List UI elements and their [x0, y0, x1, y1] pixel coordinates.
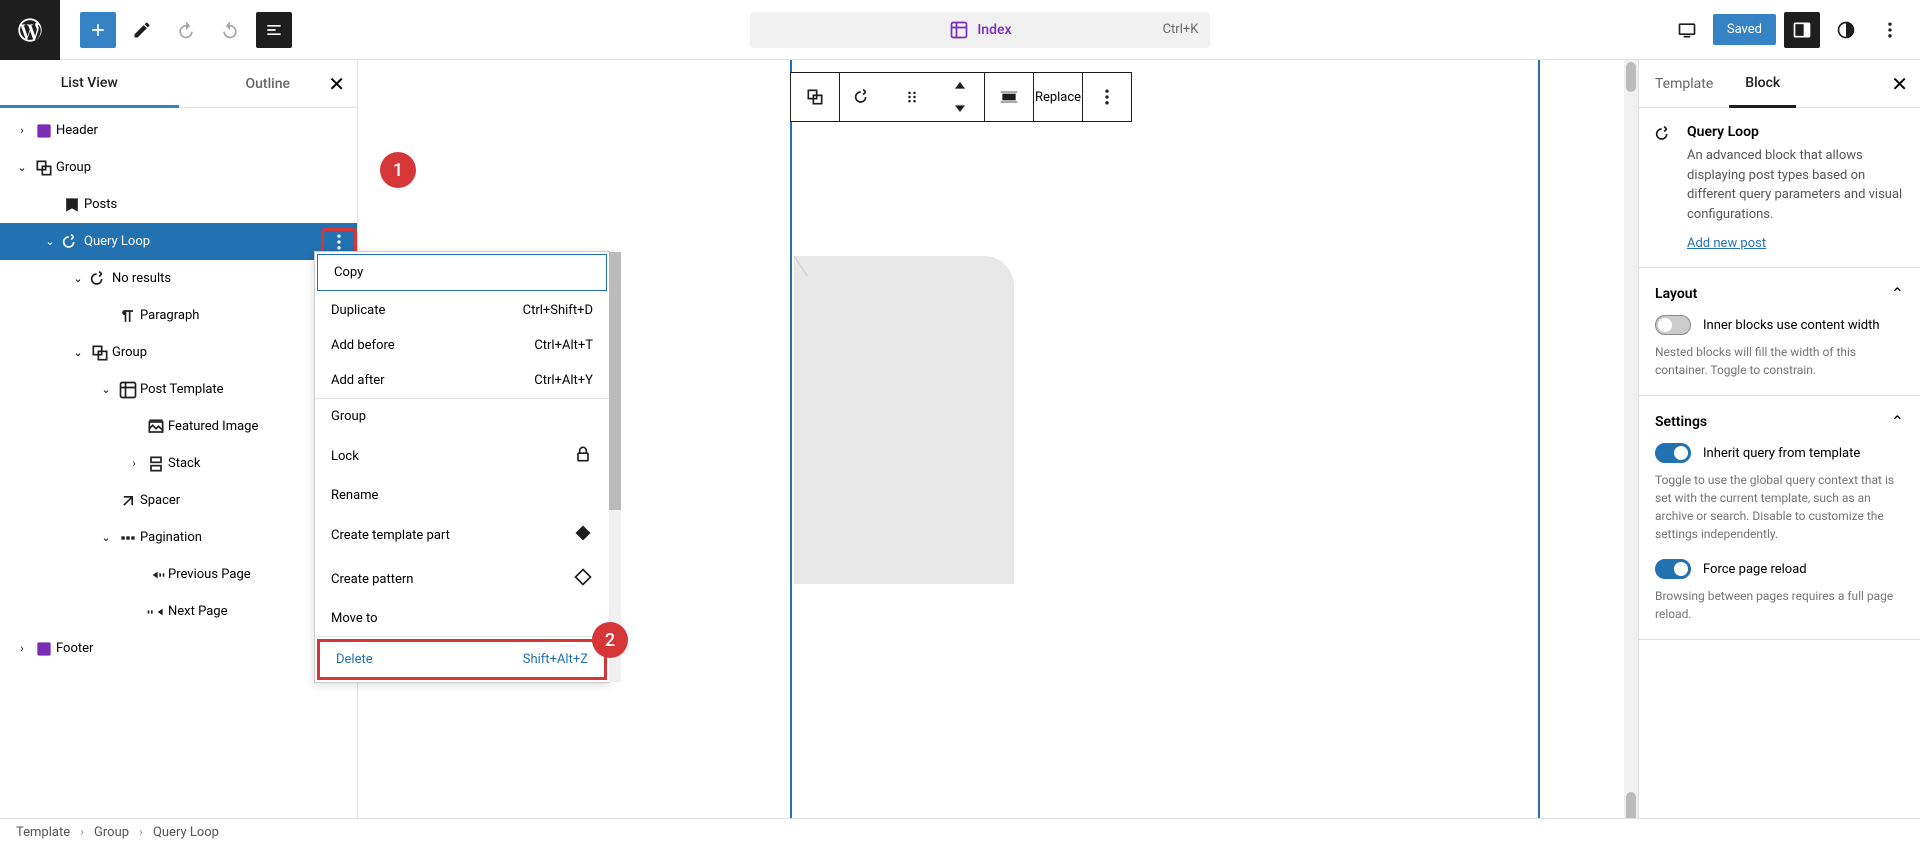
- collapse-icon[interactable]: ⌃: [1891, 284, 1904, 303]
- lock-icon: [573, 444, 593, 468]
- dd-create-template-part[interactable]: Create template part: [315, 513, 609, 557]
- save-button[interactable]: Saved: [1713, 14, 1776, 45]
- tree-item-previous-page[interactable]: Previous Page: [0, 556, 357, 593]
- inherit-query-toggle[interactable]: [1655, 443, 1691, 463]
- dd-delete[interactable]: DeleteShift+Alt+Z: [317, 639, 607, 680]
- dd-add-after[interactable]: Add afterCtrl+Alt+Y: [315, 363, 609, 398]
- tree-item-query-loop[interactable]: ⌄Query Loop: [0, 223, 357, 260]
- tab-block[interactable]: Block: [1729, 61, 1796, 108]
- tree-item-post-template[interactable]: ⌄Post Template: [0, 371, 357, 408]
- parent-block-button[interactable]: [791, 73, 839, 121]
- breadcrumb-item[interactable]: Query Loop: [153, 825, 219, 840]
- dd-rename[interactable]: Rename: [315, 478, 609, 513]
- options-button[interactable]: [1872, 12, 1908, 48]
- pattern-icon: [573, 567, 593, 591]
- align-button[interactable]: [985, 73, 1033, 121]
- annotation-step-2: 2: [592, 622, 628, 658]
- block-toolbar: Replace: [790, 72, 1132, 122]
- query-loop-icon: [1655, 124, 1675, 251]
- dd-group[interactable]: Group: [315, 399, 609, 434]
- annotation-step-1: 1: [380, 152, 416, 188]
- breadcrumb-item[interactable]: Group: [94, 825, 129, 840]
- dd-duplicate[interactable]: DuplicateCtrl+Shift+D: [315, 293, 609, 328]
- dd-move-to[interactable]: Move to: [315, 601, 609, 636]
- content-width-toggle[interactable]: [1655, 315, 1691, 335]
- dd-lock[interactable]: Lock: [315, 434, 609, 478]
- add-block-button[interactable]: [80, 12, 116, 48]
- canvas-scrollbar[interactable]: [1624, 60, 1638, 846]
- breadcrumb-item[interactable]: Template: [16, 825, 70, 840]
- force-reload-label: Force page reload: [1703, 562, 1807, 577]
- edit-button[interactable]: [124, 12, 160, 48]
- close-panel-button[interactable]: ✕: [328, 72, 345, 96]
- document-kbd: Ctrl+K: [1163, 22, 1199, 37]
- close-sidebar-button[interactable]: ✕: [1891, 72, 1908, 96]
- collapse-icon[interactable]: ⌃: [1891, 412, 1904, 431]
- document-title-bar[interactable]: Index Ctrl+K: [750, 12, 1210, 48]
- template-part-icon: [573, 523, 593, 547]
- force-reload-hint: Browsing between pages requires a full p…: [1655, 587, 1904, 623]
- tree-item-stack[interactable]: ›Stack: [0, 445, 357, 482]
- add-new-post-link[interactable]: Add new post: [1687, 236, 1766, 251]
- tab-template[interactable]: Template: [1639, 62, 1729, 106]
- drag-handle[interactable]: [888, 73, 936, 121]
- dd-copy[interactable]: Copy: [317, 254, 607, 291]
- block-options-dropdown: Copy DuplicateCtrl+Shift+D Add beforeCtr…: [314, 251, 610, 683]
- dd-add-before[interactable]: Add beforeCtrl+Alt+T: [315, 328, 609, 363]
- tree-item-footer[interactable]: ›Footer: [0, 630, 357, 667]
- inherit-query-label: Inherit query from template: [1703, 446, 1860, 461]
- layout-heading: Layout: [1655, 286, 1697, 302]
- tree-item-posts[interactable]: Posts: [0, 186, 357, 223]
- move-buttons[interactable]: [936, 73, 984, 121]
- redo-button[interactable]: [212, 12, 248, 48]
- content-width-label: Inner blocks use content width: [1703, 318, 1880, 333]
- selection-border: [790, 60, 792, 846]
- replace-button[interactable]: Replace: [1034, 73, 1082, 121]
- tree-item-spacer[interactable]: Spacer: [0, 482, 357, 519]
- list-view-button[interactable]: [256, 12, 292, 48]
- styles-button[interactable]: [1828, 12, 1864, 48]
- force-reload-toggle[interactable]: [1655, 559, 1691, 579]
- tree-item-pagination[interactable]: ⌄Pagination: [0, 519, 357, 556]
- settings-sidebar-button[interactable]: [1784, 12, 1820, 48]
- annotation-arrow: [340, 180, 360, 200]
- block-name: Query Loop: [1687, 124, 1904, 140]
- view-button[interactable]: [1669, 12, 1705, 48]
- inherit-hint: Toggle to use the global query context t…: [1655, 471, 1904, 543]
- tree-item-featured-image[interactable]: Featured Image: [0, 408, 357, 445]
- document-title: Index: [977, 22, 1011, 38]
- tree-item-paragraph[interactable]: Paragraph: [0, 297, 357, 334]
- block-type-button[interactable]: [840, 73, 888, 121]
- block-description: An advanced block that allows displaying…: [1687, 146, 1904, 224]
- wordpress-logo[interactable]: [0, 0, 60, 60]
- breadcrumb: Template › Group › Query Loop: [0, 818, 1920, 846]
- selection-border: [1538, 60, 1540, 846]
- undo-button[interactable]: [168, 12, 204, 48]
- tree-item-no-results[interactable]: ⌄No results: [0, 260, 357, 297]
- tree-item-group2[interactable]: ⌄Group: [0, 334, 357, 371]
- canvas-placeholder-image: [794, 256, 1014, 584]
- tree-item-header[interactable]: ›Header: [0, 112, 357, 149]
- tree-item-group[interactable]: ⌄Group: [0, 149, 357, 186]
- settings-heading: Settings: [1655, 414, 1707, 430]
- dropdown-scrollbar[interactable]: [609, 252, 621, 682]
- tab-list-view[interactable]: List View: [0, 61, 179, 108]
- block-more-button[interactable]: [1083, 73, 1131, 121]
- layout-hint: Nested blocks will fill the width of thi…: [1655, 343, 1904, 379]
- tree-item-next-page[interactable]: Next Page: [0, 593, 357, 630]
- dd-create-pattern[interactable]: Create pattern: [315, 557, 609, 601]
